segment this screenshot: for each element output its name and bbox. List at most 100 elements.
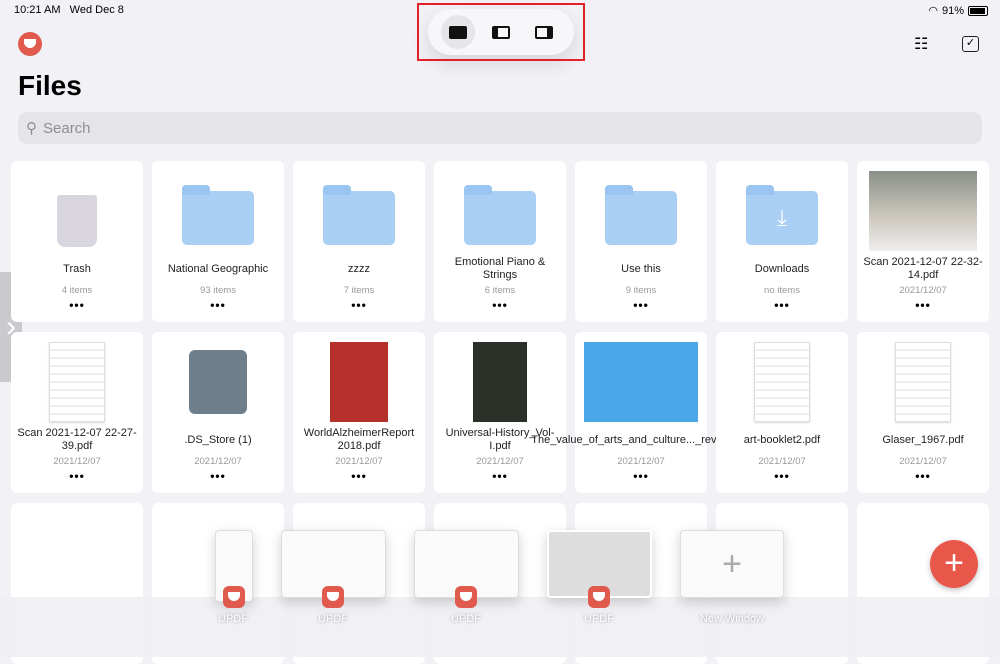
item-name: zzzz <box>348 262 370 275</box>
updf-icon <box>588 586 610 608</box>
item-meta: 4 items <box>61 285 93 296</box>
item-name: Scan 2021-12-07 22-32-14.pdf <box>863 256 983 281</box>
updf-icon <box>223 586 245 608</box>
file-item[interactable]: Glaser_1967.pdf 2021/12/07 ••• <box>857 332 989 493</box>
search-icon: ⚲ <box>26 120 37 137</box>
more-icon[interactable]: ••• <box>492 298 508 312</box>
item-meta: 2021/12/07 <box>899 285 947 296</box>
item-thumbnail <box>57 167 97 255</box>
time: 10:21 AM <box>14 4 61 16</box>
item-name: WorldAlzheimerReport 2018.pdf <box>303 427 415 452</box>
item-thumbnail <box>323 167 395 255</box>
more-icon[interactable]: ••• <box>69 469 85 483</box>
item-name: Trash <box>63 262 91 275</box>
window-label: New Window <box>699 613 765 625</box>
folder-icon <box>464 185 536 245</box>
date: Wed Dec 8 <box>69 4 124 16</box>
file-item[interactable]: Use this 9 items ••• <box>575 161 707 322</box>
item-thumbnail <box>182 167 254 255</box>
item-thumbnail: ⤓ <box>746 167 818 255</box>
more-icon[interactable]: ••• <box>774 298 790 312</box>
pdf-thumbnail <box>895 342 951 422</box>
file-item[interactable]: Trash 4 items ••• <box>11 161 143 322</box>
more-icon[interactable]: ••• <box>774 469 790 483</box>
item-name: Downloads <box>754 262 810 275</box>
item-thumbnail <box>869 167 977 255</box>
add-button[interactable]: + <box>930 540 978 588</box>
wifi-icon: ◠ <box>928 5 938 17</box>
file-item[interactable]: National Geographic 93 items ••• <box>152 161 284 322</box>
status-time: 10:21 AM Wed Dec 8 <box>14 4 124 16</box>
more-icon[interactable]: ••• <box>210 298 226 312</box>
new-window-button[interactable]: + <box>680 530 784 598</box>
item-meta: 2021/12/07 <box>335 456 383 467</box>
status-right: ◠ 91% <box>928 4 988 17</box>
item-thumbnail <box>754 338 810 426</box>
window-label: UPDF <box>218 613 248 625</box>
item-meta: 7 items <box>343 285 375 296</box>
item-name: Emotional Piano & Strings <box>454 256 546 281</box>
battery-icon <box>968 5 988 16</box>
more-icon[interactable]: ••• <box>69 298 85 312</box>
item-thumbnail <box>464 167 536 255</box>
item-meta: 9 items <box>625 285 657 296</box>
item-thumbnail <box>895 338 951 426</box>
file-item[interactable]: zzzz 7 items ••• <box>293 161 425 322</box>
more-icon[interactable]: ••• <box>633 469 649 483</box>
item-thumbnail <box>330 338 388 426</box>
item-name: Scan 2021-12-07 22-27-39.pdf <box>17 427 137 452</box>
battery-percent: 91% <box>941 4 964 17</box>
more-icon[interactable]: ••• <box>351 298 367 312</box>
item-thumbnail <box>473 338 527 426</box>
pdf-thumbnail <box>473 342 527 422</box>
item-name: art-booklet2.pdf <box>743 433 821 446</box>
pdf-thumbnail <box>869 171 977 251</box>
trash-icon <box>57 195 97 247</box>
search-placeholder: Search <box>43 119 91 137</box>
item-meta: 2021/12/07 <box>476 456 524 467</box>
folder-icon <box>605 185 677 245</box>
app-logo-icon[interactable] <box>18 32 42 56</box>
window-label: UPDF <box>451 613 481 625</box>
list-view-button[interactable]: ☷ <box>914 34 928 54</box>
updf-icon <box>455 586 477 608</box>
window-label: UPDF <box>584 613 614 625</box>
file-item[interactable]: Scan 2021-12-07 22-27-39.pdf 2021/12/07 ••… <box>11 332 143 493</box>
page-title: Files <box>18 70 82 101</box>
pdf-thumbnail <box>330 342 388 422</box>
more-icon[interactable]: ••• <box>210 469 226 483</box>
file-item[interactable]: Emotional Piano & Strings 6 items ••• <box>434 161 566 322</box>
highlight-box <box>417 3 585 61</box>
folder-icon <box>182 185 254 245</box>
file-item[interactable]: art-booklet2.pdf 2021/12/07 ••• <box>716 332 848 493</box>
updf-icon <box>322 586 344 608</box>
more-icon[interactable]: ••• <box>633 298 649 312</box>
item-thumbnail <box>605 167 677 255</box>
item-meta: 6 items <box>484 285 516 296</box>
item-meta: 93 items <box>200 285 236 296</box>
item-thumbnail <box>189 338 247 426</box>
downloads-folder-icon: ⤓ <box>746 185 818 245</box>
item-thumbnail <box>584 338 698 426</box>
file-item[interactable]: ⤓ Downloads no items ••• <box>716 161 848 322</box>
more-icon[interactable]: ••• <box>915 298 931 312</box>
more-icon[interactable]: ••• <box>351 469 367 483</box>
item-name: .DS_Store (1) <box>184 433 252 446</box>
item-name: Glaser_1967.pdf <box>882 433 964 446</box>
item-meta: 2021/12/07 <box>53 456 101 467</box>
window-label: UPDF <box>318 613 348 625</box>
pdf-thumbnail <box>754 342 810 422</box>
item-meta: 2021/12/07 <box>194 456 242 467</box>
file-item[interactable]: Scan 2021-12-07 22-32-14.pdf 2021/12/07 ••… <box>857 161 989 322</box>
file-item[interactable]: WorldAlzheimerReport 2018.pdf 2021/12/07 •… <box>293 332 425 493</box>
file-item[interactable]: Universal-History_Vol-I.pdf 2021/12/07 ••• <box>434 332 566 493</box>
select-button[interactable]: ✓ <box>962 36 979 52</box>
more-icon[interactable]: ••• <box>492 469 508 483</box>
pdf-thumbnail <box>584 342 698 422</box>
file-item[interactable]: The_value_of_arts_and_culture..._review.… <box>531 332 751 493</box>
search-input[interactable]: ⚲ Search <box>18 112 982 144</box>
folder-icon <box>323 185 395 245</box>
item-name: Use this <box>621 262 661 275</box>
file-item[interactable]: .DS_Store (1) 2021/12/07 ••• <box>152 332 284 493</box>
more-icon[interactable]: ••• <box>915 469 931 483</box>
